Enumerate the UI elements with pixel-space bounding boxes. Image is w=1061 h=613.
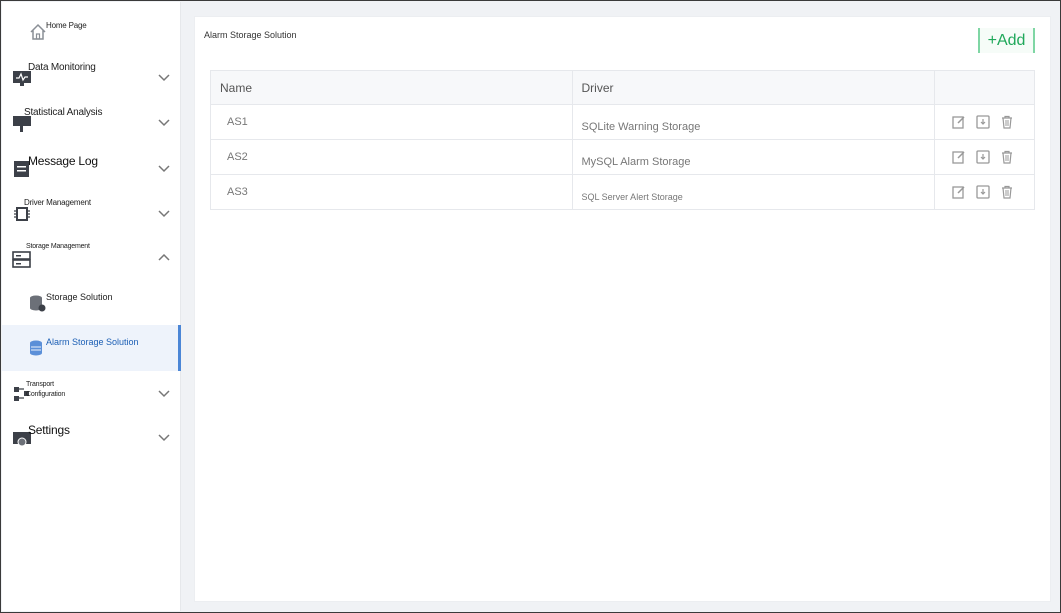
app-window: Home Page Data Monitoring Statistical An… (0, 0, 1061, 613)
sidebar-item-label: Data Monitoring (28, 62, 96, 73)
chip-icon (14, 207, 30, 221)
table-header-row: Name Driver (210, 70, 1035, 105)
export-icon[interactable] (976, 115, 990, 129)
chevron-down-icon[interactable] (157, 115, 171, 129)
delete-icon[interactable] (1000, 185, 1014, 199)
table-row: AS3 SQL Server Alert Storage (210, 174, 1035, 210)
sidebar: Home Page Data Monitoring Statistical An… (2, 2, 181, 611)
cell-driver: SQL Server Alert Storage (572, 174, 935, 210)
export-icon[interactable] (976, 150, 990, 164)
home-icon (30, 23, 46, 40)
chevron-up-icon[interactable] (157, 251, 171, 265)
delete-icon[interactable] (1000, 150, 1014, 164)
chevron-down-icon[interactable] (157, 70, 171, 84)
column-header-name: Name (210, 70, 573, 105)
add-button[interactable]: +Add (978, 28, 1035, 53)
cell-driver: SQLite Warning Storage (572, 104, 935, 140)
delete-icon[interactable] (1000, 115, 1014, 129)
sidebar-item-home[interactable]: Home Page (2, 4, 181, 48)
sidebar-item-message-log[interactable]: Message Log (2, 147, 181, 191)
table-row: AS2 MySQL Alarm Storage (210, 139, 1035, 175)
page-title: Alarm Storage Solution (204, 30, 297, 40)
sidebar-subitem-alarm-storage-solution[interactable]: Alarm Storage Solution (2, 325, 181, 371)
chevron-down-icon[interactable] (157, 430, 171, 444)
edit-icon[interactable] (952, 115, 966, 129)
sidebar-item-settings[interactable]: Settings (2, 416, 181, 460)
sidebar-item-label: Transport Configuration (26, 381, 66, 398)
database-icon (30, 340, 42, 356)
sidebar-item-label: Statistical Analysis (24, 107, 103, 118)
sidebar-item-storage-management[interactable]: Storage Management (2, 237, 181, 281)
cell-actions (934, 139, 1035, 175)
sidebar-item-data-monitoring[interactable]: Data Monitoring (2, 56, 181, 100)
chevron-down-icon[interactable] (157, 206, 171, 220)
sidebar-item-label: Storage Management (26, 243, 90, 250)
cell-actions (934, 104, 1035, 140)
sidebar-item-label: Message Log (28, 154, 98, 168)
sidebar-item-label: Home Page (46, 21, 87, 30)
export-icon[interactable] (976, 185, 990, 199)
table-row: AS1 SQLite Warning Storage (210, 104, 1035, 140)
content-panel: Alarm Storage Solution +Add Name Driver … (194, 16, 1051, 602)
column-header-actions (934, 70, 1035, 105)
sidebar-subitem-label: Storage Solution (46, 292, 113, 302)
cell-name: AS1 (210, 104, 573, 140)
sidebar-subitem-storage-solution[interactable]: Storage Solution (2, 280, 181, 326)
cell-driver: MySQL Alarm Storage (572, 139, 935, 175)
sidebar-item-driver-management[interactable]: Driver Management (2, 192, 181, 236)
sidebar-item-statistical-analysis[interactable]: Statistical Analysis (2, 101, 181, 145)
server-icon (12, 251, 31, 268)
sidebar-item-label: Driver Management (24, 198, 91, 207)
cell-name: AS2 (210, 139, 573, 175)
column-header-driver: Driver (572, 70, 935, 105)
storage-table: Name Driver AS1 SQLite Warning Storage A… (210, 70, 1035, 210)
edit-icon[interactable] (952, 185, 966, 199)
chevron-down-icon[interactable] (157, 161, 171, 175)
sidebar-item-transport-configuration[interactable]: Transport Configuration (2, 372, 181, 416)
chevron-down-icon[interactable] (157, 386, 171, 400)
cell-actions (934, 174, 1035, 210)
cell-name: AS3 (210, 174, 573, 210)
edit-icon[interactable] (952, 150, 966, 164)
sidebar-subitem-label: Alarm Storage Solution (46, 337, 139, 347)
sidebar-item-label: Settings (28, 423, 70, 437)
database-icon (30, 295, 46, 312)
